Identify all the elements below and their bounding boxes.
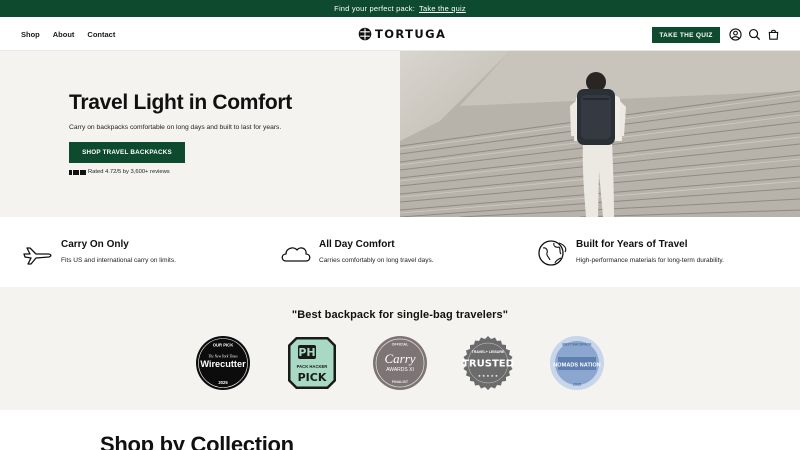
features-row: Carry On Only Fits US and international … xyxy=(0,217,800,287)
badge-logo-text: PH xyxy=(298,346,315,359)
airplane-icon xyxy=(23,247,52,265)
badge-year-text: 2025 xyxy=(573,383,581,387)
cart-icon[interactable] xyxy=(767,28,780,41)
nav-contact[interactable]: Contact xyxy=(87,30,115,39)
badge-main-text: TRUSTED xyxy=(462,359,514,370)
feature-carry-on: Carry On Only Fits US and international … xyxy=(22,237,262,273)
badge-top-text: TRAVEL+ LEISURE xyxy=(472,350,505,354)
badge-sub-text: AWARDS XI xyxy=(386,367,414,373)
svg-text:★ ★ ★ ★ ★: ★ ★ ★ ★ ★ xyxy=(478,374,498,378)
badge-top-text: OUR PICK xyxy=(213,343,233,348)
rating-summary: Rated 4.72/5 by 3,600+ reviews xyxy=(69,169,170,175)
badge-main-text: NOMADS NATION xyxy=(553,363,600,369)
hero-title: Travel Light in Comfort xyxy=(69,91,292,114)
shop-travel-backpacks-button[interactable]: SHOP TRAVEL BACKPACKS xyxy=(69,142,185,163)
main-nav: Shop About Contact xyxy=(21,17,115,51)
feature-desc: Fits US and international carry on limit… xyxy=(61,257,176,264)
feature-title: Built for Years of Travel xyxy=(576,239,688,250)
feature-title: Carry On Only xyxy=(61,239,129,250)
logo-text: TORTUGA xyxy=(375,27,447,41)
hero-section: Travel Light in Comfort Carry on backpac… xyxy=(0,51,400,217)
nav-about[interactable]: About xyxy=(53,30,75,39)
feature-durability: Built for Years of Travel High-performan… xyxy=(537,237,777,273)
carry-awards-badge: OFFICIAL Carry AWARDS XI FINALIST xyxy=(373,336,427,390)
nomads-nation-badge: BEST BACKPACK NOMADS NATION 2025 xyxy=(550,336,604,390)
wirecutter-badge: OUR PICK The New York Times Wirecutter 2… xyxy=(196,336,250,390)
collection-title: Shop by Collection xyxy=(100,432,294,450)
search-icon[interactable] xyxy=(748,28,761,41)
badge-main-text: Carry xyxy=(384,351,415,366)
hero-subtitle: Carry on backpacks comfortable on long d… xyxy=(69,124,282,131)
feature-comfort: All Day Comfort Carries comfortably on l… xyxy=(280,237,520,273)
collection-section: Shop by Collection xyxy=(0,410,800,450)
press-section: "Best backpack for single-bag travelers"… xyxy=(0,287,800,410)
badge-top-text: OFFICIAL xyxy=(392,343,409,347)
badge-sub-text: PACK HACKER xyxy=(297,364,328,369)
pack-hacker-badge: PH PACK HACKER PICK xyxy=(288,337,336,389)
take-the-quiz-button[interactable]: TAKE THE QUIZ xyxy=(652,27,720,43)
take-quiz-link[interactable]: Take the quiz xyxy=(419,4,466,13)
site-header: Shop About Contact TORTUGA TAKE THE QUIZ xyxy=(0,17,800,51)
badge-top-text: BEST BACKPACK xyxy=(562,343,592,347)
badge-bottom-text: FINALIST xyxy=(392,380,409,384)
feature-title: All Day Comfort xyxy=(319,239,395,250)
traveler-on-stairs-photo xyxy=(400,51,800,217)
badge-main-text: PICK xyxy=(298,371,327,384)
announcement-text: Find your perfect pack: xyxy=(334,4,416,13)
hero-image xyxy=(400,51,800,217)
badge-sub-text: The New York Times xyxy=(208,355,238,359)
tortuga-shell-icon xyxy=(358,27,372,41)
feature-desc: Carries comfortably on long travel days. xyxy=(319,257,434,264)
nav-shop[interactable]: Shop xyxy=(21,30,40,39)
rating-stars-icon xyxy=(69,169,86,175)
account-icon[interactable] xyxy=(729,28,742,41)
announcement-bar: Find your perfect pack: Take the quiz xyxy=(0,0,800,17)
cloud-icon xyxy=(281,247,311,262)
badge-year-text: 2025 xyxy=(218,380,228,385)
badge-main-text: Wirecutter xyxy=(200,359,246,369)
rating-text: Rated 4.72/5 by 3,600+ reviews xyxy=(88,169,170,175)
tortuga-logo[interactable]: TORTUGA xyxy=(358,26,446,42)
press-quote: "Best backpack for single-bag travelers" xyxy=(291,309,509,321)
globe-icon xyxy=(538,240,567,266)
travel-leisure-badge: TRAVEL+ LEISURE TRUSTED ★ ★ ★ ★ ★ xyxy=(462,336,514,390)
feature-desc: High-performance materials for long-term… xyxy=(576,257,724,264)
